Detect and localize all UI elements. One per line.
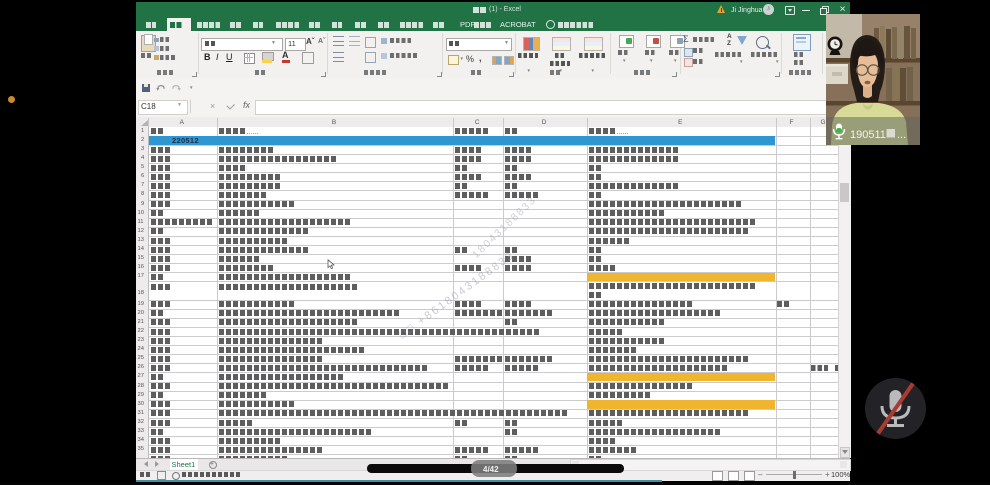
- svg-text:...: ...: [897, 129, 906, 141]
- svg-text:190511: 190511: [850, 129, 886, 141]
